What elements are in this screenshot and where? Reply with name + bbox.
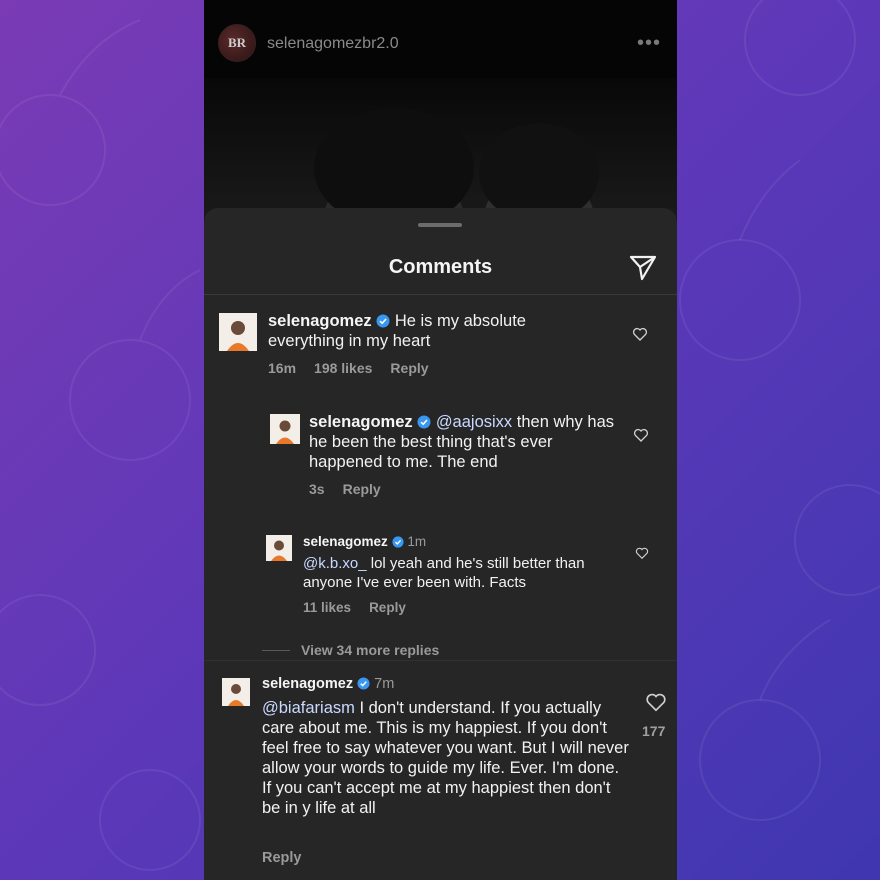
like-count: 177 [642,723,666,739]
comment-header: selenagomez 1m [303,534,426,549]
sheet-title: Comments [388,256,493,278]
avatar[interactable] [266,535,292,561]
avatar[interactable] [222,678,250,706]
header-divider [204,294,677,295]
verified-icon [376,314,390,328]
mention-link[interactable]: @aajosixx [436,413,512,431]
comment-time: 16m [268,360,297,376]
comment-time: 7m [374,676,395,692]
avatar[interactable] [270,414,300,444]
post-header: BR selenagomezbr2.0 ••• [204,0,677,78]
comment-username[interactable]: selenagomez [268,312,372,330]
heart-icon[interactable] [645,691,667,713]
comment-meta: Reply [262,850,320,866]
reply-button[interactable]: Reply [369,600,406,615]
comment-separator [204,660,677,661]
post-avatar[interactable]: BR [218,24,256,62]
post-photo [204,78,677,268]
comment-text: @biafariasm I don't understand. If you a… [262,698,632,818]
heart-icon[interactable] [632,326,648,342]
drag-handle[interactable] [418,223,462,227]
reply-button[interactable]: Reply [343,481,381,497]
comment-meta: 16m 198 likes Reply [268,360,447,376]
phone-screen: BR selenagomezbr2.0 ••• Comments selenag… [204,0,677,880]
comment-header: selenagomez 7m [262,676,394,692]
view-more-replies[interactable]: View 34 more replies [301,642,439,658]
send-icon[interactable] [628,252,658,282]
heart-icon[interactable] [633,427,649,443]
comment-likes[interactable]: 198 likes [314,360,372,376]
comment-meta: 11 likes Reply [303,600,424,615]
avatar[interactable] [219,313,257,351]
reply-button[interactable]: Reply [390,360,428,376]
more-dots-icon[interactable]: ••• [637,33,661,53]
comment-username[interactable]: selenagomez [262,676,353,692]
mention-link[interactable]: @biafariasm [262,699,355,717]
comment-meta: 3s Reply [309,481,399,497]
verified-icon [417,415,431,429]
heart-icon[interactable] [635,546,649,560]
comment-time: 1m [407,534,427,549]
comment-username[interactable]: selenagomez [303,534,388,549]
comment-text: selenagomez @aajosixx then why has he be… [309,412,619,472]
post-username[interactable]: selenagomezbr2.0 [267,35,399,53]
mention-link[interactable]: @k.b.xo_ [303,555,367,572]
verified-icon [391,536,404,548]
comment-username[interactable]: selenagomez [309,413,413,431]
comment-time: 3s [309,481,325,497]
comment-text: selenagomez He is my absolute everything… [268,311,598,351]
view-more-line [262,650,290,651]
verified-icon [357,677,370,690]
comments-sheet: Comments selenagomez He is my absolute e… [204,208,677,880]
comment-likes[interactable]: 11 likes [303,600,351,615]
reply-button[interactable]: Reply [262,850,302,866]
comment-text: @k.b.xo_ lol yeah and he's still better … [303,554,613,592]
